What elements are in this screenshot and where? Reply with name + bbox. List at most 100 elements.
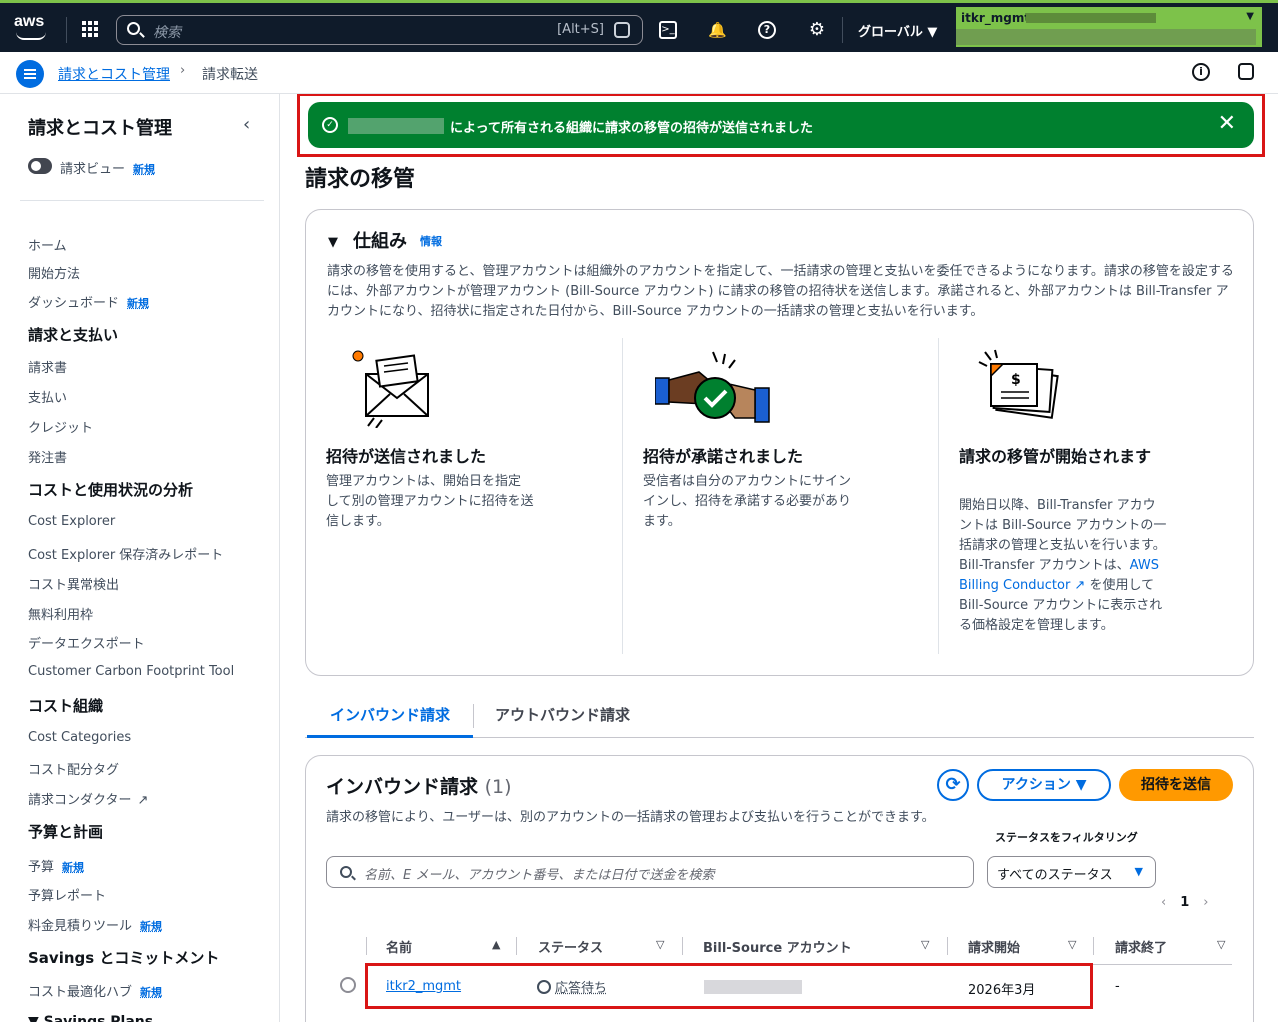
inbound-title: インバウンド請求 (1) (326, 776, 512, 798)
search-placeholder: 検索 (153, 25, 181, 41)
new-badge[interactable]: 新規 (62, 861, 84, 874)
col-name[interactable]: 名前 ▲ (386, 937, 500, 956)
sort-icon: ▽ (1068, 938, 1077, 951)
account-name: itkr_mgmt (961, 11, 1031, 25)
how-it-works-panel: ▼ 仕組み 情報 請求の移管を使用すると、管理アカウントは組織外のアカウントを指… (305, 209, 1254, 676)
col-start[interactable]: 請求開始 ▽ (968, 937, 1076, 956)
bell-icon[interactable]: 🔔 (708, 21, 727, 39)
sidebar-item[interactable]: Customer Carbon Footprint Tool (28, 664, 234, 679)
sort-asc-icon: ▲ (492, 938, 501, 951)
table-header: 名前 ▲ ステータス ▽ Bill-Source アカウント ▽ 請求開始 ▽ 請求終了… (366, 931, 1232, 965)
global-search-input[interactable]: 検索 [Alt+S] (116, 15, 643, 45)
help-icon[interactable]: ? (758, 21, 776, 39)
col-bill-source[interactable]: Bill-Source アカウント ▽ (703, 937, 929, 956)
tab-outbound[interactable]: アウトバウンド請求 (495, 694, 630, 738)
step-title: 招待が承諾されました (643, 447, 804, 466)
refresh-button[interactable]: ⟳ (937, 769, 969, 801)
page-number[interactable]: 1 (1180, 895, 1189, 910)
next-page-icon[interactable]: › (1203, 895, 1208, 910)
notifications-hex-icon[interactable] (1238, 63, 1254, 80)
status-filter-select[interactable]: すべてのステータス ▼ (987, 856, 1156, 888)
menu-icon[interactable] (16, 60, 44, 88)
breadcrumb-parent[interactable]: 請求とコスト管理 (58, 64, 170, 84)
caret-down-icon: ▼ (1246, 11, 1254, 22)
sidebar-item[interactable]: コスト配分タグ (28, 759, 119, 778)
sidebar-item[interactable]: 発注書 (28, 447, 67, 466)
inbound-subtitle: 請求の移管により、ユーザーは、別のアカウントの一括請求の管理および支払いを行うこ… (326, 810, 935, 825)
new-badge[interactable]: 新規 (140, 986, 162, 999)
new-badge[interactable]: 新規 (133, 163, 155, 176)
expand-toggle-icon[interactable]: ▼ (328, 235, 338, 250)
sidebar-item[interactable]: ダッシュボード 新規 (28, 292, 149, 311)
sidebar-item[interactable]: Cost Categories (28, 730, 131, 745)
collapse-sidebar-icon[interactable]: ‹ (243, 114, 250, 135)
breadcrumb-bar: 請求とコスト管理 › 請求転送 i (0, 52, 1278, 94)
sidebar-item[interactable]: Cost Explorer 保存済みレポート (28, 544, 223, 563)
new-badge[interactable]: 新規 (140, 920, 162, 933)
sidebar-item[interactable]: クレジット (28, 417, 93, 436)
account-menu[interactable]: itkr_mgmt ▼ (956, 7, 1262, 47)
sidebar-item[interactable]: 無料利用枠 (28, 604, 93, 623)
billing-view-toggle[interactable] (28, 158, 52, 174)
transfer-search-input[interactable]: 名前、E メール、アカウント番号、または日付で送金を検索 (326, 856, 974, 888)
search-shortcut: [Alt+S] (557, 22, 604, 37)
actions-button[interactable]: アクション ▼ (977, 769, 1111, 801)
new-badge[interactable]: 新規 (127, 297, 149, 310)
sidebar-item[interactable]: ホーム (28, 235, 67, 254)
envelope-illustration (352, 350, 429, 428)
sidebar-item[interactable]: 請求コンダクター ↗ (28, 789, 148, 808)
sidebar-item[interactable]: 料金見積りツール 新規 (28, 915, 162, 934)
redacted-account-info (956, 29, 1256, 45)
sidebar-item[interactable]: 予算 新規 (28, 856, 84, 875)
inbound-billing-panel: インバウンド請求 (1) ⟳ アクション ▼ 招待を送信 請求の移管により、ユー… (305, 755, 1254, 1022)
main-content: ✓ によって所有される組織に請求の移管の招待が送信されました ✕ 請求の移管 ▼… (281, 94, 1278, 1022)
page-title: 請求の移管 (305, 167, 416, 192)
step-invite-accepted: 招待が承諾されました 受信者は自分のアカウントにサインインし、招待を承諾する必要… (623, 338, 939, 654)
sidebar-title: 請求とコスト管理 (28, 118, 172, 139)
billing-end: - (1115, 979, 1120, 994)
send-invite-button[interactable]: 招待を送信 (1119, 769, 1233, 801)
sidebar-item[interactable]: ▼ Savings Plans (28, 1014, 153, 1022)
pagination: ‹ 1 › (1161, 895, 1208, 910)
status-filter-label: ステータスをフィルタリング (995, 831, 1138, 844)
sidebar-item[interactable]: コスト最適化ハブ 新規 (28, 981, 162, 1000)
sidebar-item[interactable]: 予算レポート (28, 885, 106, 904)
sidebar-item[interactable]: データエクスポート (28, 633, 145, 652)
sidebar-item[interactable]: コスト異常検出 (28, 574, 119, 593)
gear-icon[interactable]: ⚙ (808, 21, 826, 39)
prev-page-icon[interactable]: ‹ (1161, 895, 1166, 910)
info-icon[interactable]: i (1192, 63, 1210, 81)
tab-inbound[interactable]: インバウンド請求 (307, 694, 473, 738)
flash-message: によって所有される組織に請求の移管の招待が送信されました (450, 121, 813, 136)
row-select-radio[interactable] (340, 977, 356, 993)
how-title[interactable]: 仕組み (353, 227, 407, 253)
divider (20, 200, 264, 201)
sort-icon: ▽ (921, 938, 930, 951)
row-highlight (365, 963, 1093, 1009)
col-status[interactable]: ステータス ▽ (538, 937, 664, 956)
external-link-icon: ↗ (1070, 578, 1090, 593)
search-placeholder: 名前、E メール、アカウント番号、または日付で送金を検索 (364, 868, 715, 883)
sidebar-section: Savings とコミットメント (28, 949, 220, 967)
sort-icon: ▽ (656, 938, 665, 951)
sidebar-item[interactable]: 開始方法 (28, 263, 80, 282)
sidebar-section: 請求と支払い (28, 326, 119, 344)
amazon-q-icon[interactable] (614, 22, 630, 38)
step-transfer-starts: $ 請求の移管が開始されます 開始日以降、Bill-Transfer アカウント… (939, 338, 1255, 654)
sort-icon: ▽ (1217, 938, 1226, 951)
chevron-right-icon: › (180, 63, 186, 78)
sidebar-item[interactable]: Cost Explorer (28, 514, 115, 529)
info-link[interactable]: 情報 (420, 233, 442, 249)
close-icon[interactable]: ✕ (1218, 112, 1236, 136)
cloudshell-icon[interactable]: >_ (659, 21, 677, 39)
aws-logo[interactable]: aws (14, 13, 52, 43)
col-end[interactable]: 請求終了 ▽ (1115, 937, 1225, 956)
region-selector[interactable]: グローバル ▼ (858, 21, 937, 40)
flash-highlight: ✓ によって所有される組織に請求の移管の招待が送信されました ✕ (297, 94, 1265, 157)
grid-icon[interactable] (82, 21, 98, 37)
sidebar-item[interactable]: 支払い (28, 387, 67, 406)
how-description: 請求の移管を使用すると、管理アカウントは組織外のアカウントを指定して、一括請求の… (327, 264, 1234, 319)
invoice-illustration: $ (978, 349, 1059, 419)
expand-icon[interactable]: ▼ (28, 1014, 44, 1022)
sidebar-item[interactable]: 請求書 (28, 357, 67, 376)
